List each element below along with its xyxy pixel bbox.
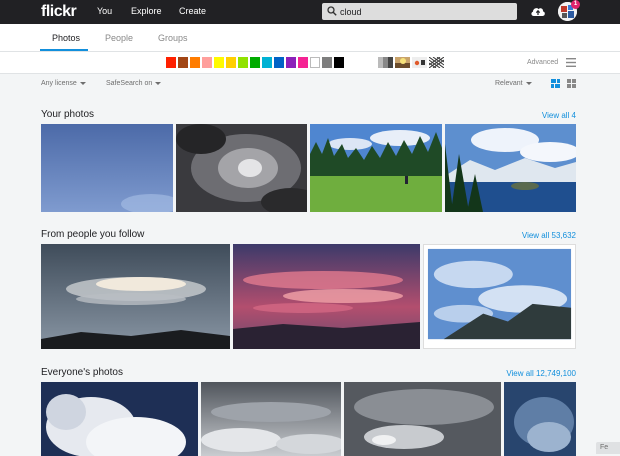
active-tab-indicator [40, 49, 88, 51]
patterns-filter[interactable] [429, 57, 444, 68]
color-swatch[interactable] [262, 57, 272, 68]
minimalist-filter[interactable] [412, 57, 427, 68]
flickr-logo[interactable]: flickr [41, 3, 77, 21]
photo-thumbnail[interactable] [41, 244, 230, 349]
color-swatch[interactable] [238, 57, 248, 68]
tab-groups[interactable]: Groups [158, 33, 188, 43]
notification-badge[interactable]: 1 [571, 0, 580, 9]
sort-dropdown[interactable]: Relevant [495, 80, 532, 87]
view-all-your-photos[interactable]: View all 4 [542, 111, 576, 120]
section-title-everyone: Everyone's photos [41, 367, 123, 378]
color-swatch[interactable] [322, 57, 332, 68]
photo-thumbnail[interactable] [176, 124, 307, 212]
color-swatch[interactable] [298, 57, 308, 68]
color-swatch[interactable] [214, 57, 224, 68]
top-nav-bar: flickr You Explore Create 1 [0, 0, 620, 24]
shallow-depth-filter[interactable] [395, 57, 410, 68]
color-swatch[interactable] [274, 57, 284, 68]
color-swatch[interactable] [250, 57, 260, 68]
nav-explore[interactable]: Explore [131, 6, 162, 16]
safesearch-dropdown[interactable]: SafeSearch on [106, 80, 162, 87]
caret-down-icon [155, 81, 162, 85]
tab-photos[interactable]: Photos [52, 33, 80, 43]
photo-thumbnail[interactable] [310, 124, 442, 212]
nav-create[interactable]: Create [179, 6, 206, 16]
color-swatch[interactable] [202, 57, 212, 68]
photo-thumbnail[interactable] [504, 382, 576, 456]
caret-down-icon [525, 81, 532, 85]
style-filters [378, 57, 444, 68]
safesearch-label: SafeSearch on [106, 80, 153, 87]
view-all-everyone[interactable]: View all 12,749,100 [506, 369, 576, 378]
color-swatch[interactable] [190, 57, 200, 68]
section-title-following: From people you follow [41, 229, 145, 240]
view-all-following[interactable]: View all 53,632 [522, 231, 576, 240]
black-white-filter[interactable] [378, 57, 393, 68]
color-swatch[interactable] [178, 57, 188, 68]
color-swatches [166, 57, 344, 68]
advanced-link[interactable]: Advanced [527, 59, 558, 66]
photo-thumbnail[interactable] [41, 124, 173, 212]
tab-people[interactable]: People [105, 33, 133, 43]
justified-view-icon[interactable] [551, 79, 560, 88]
grid-view-icon[interactable] [567, 79, 576, 88]
nav-you[interactable]: You [97, 6, 112, 16]
license-label: Any license [41, 80, 77, 87]
color-swatch[interactable] [286, 57, 296, 68]
photo-thumbnail[interactable] [201, 382, 341, 456]
filter-bar: Advanced [0, 52, 620, 74]
upload-cloud-icon[interactable] [530, 4, 546, 18]
search-input[interactable] [340, 5, 510, 18]
license-dropdown[interactable]: Any license [41, 80, 86, 87]
caret-down-icon [79, 81, 86, 85]
color-swatch[interactable] [226, 57, 236, 68]
search-icon[interactable] [327, 6, 337, 16]
color-swatch[interactable] [310, 57, 320, 68]
search-box[interactable] [322, 3, 517, 20]
section-title-your-photos: Your photos [41, 109, 95, 120]
color-swatch[interactable] [166, 57, 176, 68]
photo-thumbnail[interactable] [41, 382, 198, 456]
color-swatch[interactable] [334, 57, 344, 68]
photo-thumbnail[interactable] [423, 244, 576, 349]
menu-icon[interactable] [566, 58, 576, 67]
photo-thumbnail[interactable] [445, 124, 576, 212]
search-tabs-bar: Photos People Groups [0, 24, 620, 52]
photo-thumbnail[interactable] [344, 382, 501, 456]
feedback-button[interactable]: Fe [596, 442, 620, 454]
photo-thumbnail[interactable] [233, 244, 420, 349]
sort-label: Relevant [495, 80, 523, 87]
